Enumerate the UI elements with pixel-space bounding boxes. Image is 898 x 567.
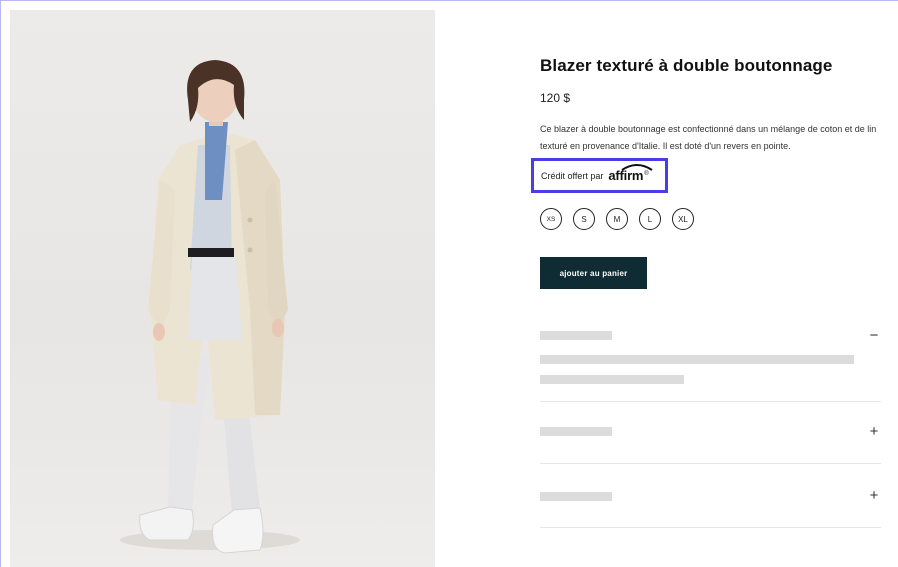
size-option-xl[interactable]: XL <box>672 208 694 230</box>
product-title: Blazer texturé à double boutonnage <box>540 56 833 75</box>
size-option-l[interactable]: L <box>639 208 661 230</box>
accordion-1-content-line-2 <box>540 375 684 384</box>
product-page: Blazer texturé à double boutonnage 120 $… <box>0 0 898 567</box>
size-selector: XS S M L XL <box>540 208 694 230</box>
financing-label: Crédit offert par <box>541 170 604 181</box>
accordion-divider <box>540 401 881 402</box>
affirm-logo: affirm® <box>608 164 653 183</box>
size-option-m[interactable]: M <box>606 208 628 230</box>
accordion-divider <box>540 463 881 464</box>
product-description: Ce blazer à double boutonnage est confec… <box>540 124 877 151</box>
product-price: 120 $ <box>540 91 571 105</box>
add-to-cart-button[interactable]: ajouter au panier <box>540 257 647 289</box>
accordion-1-title-placeholder[interactable] <box>540 331 612 340</box>
size-option-s[interactable]: S <box>573 208 595 230</box>
affirm-financing-callout[interactable]: Crédit offert par affirm® <box>531 158 668 193</box>
accordion-divider <box>540 527 881 528</box>
registered-mark: ® <box>644 170 649 177</box>
minus-icon[interactable]: − <box>867 328 881 343</box>
model-illustration <box>120 60 300 554</box>
plus-icon[interactable]: + <box>867 424 881 439</box>
product-image <box>10 10 435 567</box>
size-option-xs[interactable]: XS <box>540 208 562 230</box>
accordion-2-title-placeholder[interactable] <box>540 427 612 436</box>
affirm-arc-icon <box>621 164 653 171</box>
accordion-3-title-placeholder[interactable] <box>540 492 612 501</box>
plus-icon[interactable]: + <box>867 488 881 503</box>
accordion-1-content-line-1 <box>540 355 854 364</box>
